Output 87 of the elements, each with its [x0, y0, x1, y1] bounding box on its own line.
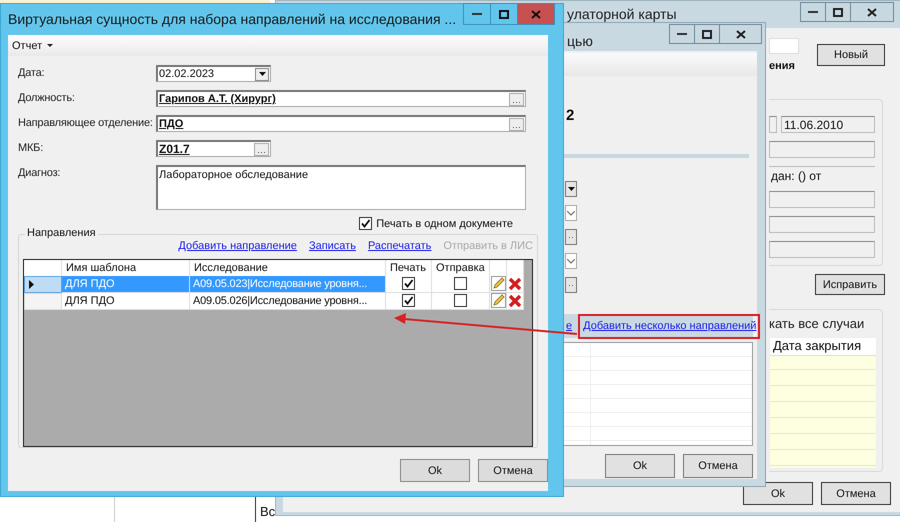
dropdown-button[interactable] — [565, 181, 577, 197]
number-label: 2 — [566, 107, 574, 124]
table-cell: ДЛЯ ПДО — [62, 292, 190, 310]
text-field[interactable] — [769, 241, 875, 258]
window-title: цью — [567, 33, 593, 49]
field-label: МКБ: — [18, 141, 44, 154]
add-several-link[interactable]: Добавить несколько направлений — [578, 314, 760, 338]
caret-icon — [47, 44, 54, 47]
pencil-icon[interactable] — [490, 293, 506, 308]
checkbox[interactable] — [359, 217, 372, 230]
text-field[interactable] — [769, 191, 875, 208]
date-field[interactable]: 11.06.2010 — [781, 116, 875, 133]
text-field[interactable] — [769, 216, 875, 233]
minimize-icon — [472, 12, 482, 16]
text-field[interactable] — [769, 141, 875, 158]
minimize-icon — [808, 10, 818, 14]
browse-button[interactable] — [565, 277, 577, 293]
field-label: Должность: — [18, 91, 76, 104]
column-header[interactable]: Отправка — [432, 260, 490, 276]
delete-icon[interactable] — [508, 276, 522, 291]
minimize-button[interactable] — [669, 24, 695, 44]
maximize-icon — [702, 30, 712, 38]
checkbox[interactable] — [402, 277, 415, 290]
column-header[interactable]: Исследование — [190, 260, 386, 276]
field-label: Диагноз: — [18, 166, 62, 179]
dropdown-button[interactable] — [255, 68, 269, 80]
close-icon — [531, 10, 541, 18]
dialog-button[interactable]: Ok — [743, 482, 813, 505]
chevron-icon — [567, 258, 575, 264]
table-cell: A09.05.026|Исследование уровня... — [190, 292, 386, 310]
maximize-button[interactable] — [694, 24, 720, 44]
action-link[interactable]: Добавить направление — [178, 240, 297, 254]
action-link[interactable]: Распечатать — [368, 240, 432, 254]
maximize-button[interactable] — [825, 2, 851, 22]
table-cell: ДЛЯ ПДО — [62, 276, 190, 293]
column-header[interactable]: Дата закрытия — [770, 338, 876, 356]
close-button[interactable] — [517, 3, 555, 25]
window-title: Виртуальная сущность для набора направлений на исследования ... — [8, 11, 456, 27]
checkbox[interactable] — [454, 294, 467, 308]
row-header — [24, 260, 62, 276]
caret-icon — [258, 72, 266, 76]
field-label: Направляющее отделение: — [18, 116, 154, 129]
table-cell: A09.05.023|Исследование уровня... — [190, 276, 386, 293]
pencil-icon[interactable] — [490, 276, 506, 292]
minimize-icon — [677, 32, 687, 36]
row-pointer-icon — [29, 280, 34, 289]
minimize-button[interactable] — [463, 3, 491, 25]
maximize-button[interactable] — [490, 3, 518, 25]
text-field[interactable] — [769, 116, 777, 133]
checkbox[interactable] — [402, 294, 415, 308]
edit-button[interactable]: Исправить — [815, 274, 885, 295]
action-link[interactable]: Записать — [308, 240, 356, 254]
checkbox-label: Печать в одном документе — [376, 218, 513, 230]
input-field[interactable]: Z01.7 — [156, 140, 271, 157]
delete-icon[interactable] — [508, 294, 522, 308]
dialog-button[interactable]: Отмена — [821, 482, 891, 505]
column-header[interactable]: Печать — [386, 260, 432, 276]
window-title: улаторной карты — [567, 6, 677, 22]
field-label: Дата: — [18, 66, 46, 79]
issued-field: дан: () от — [769, 166, 875, 183]
new-button[interactable]: Новый — [817, 44, 885, 66]
minimize-button[interactable] — [800, 2, 826, 22]
menu-item[interactable]: Отчет — [12, 40, 54, 52]
close-button[interactable] — [850, 2, 894, 22]
group-label: Направления — [25, 227, 98, 239]
checkbox[interactable] — [454, 277, 467, 290]
browse-button[interactable] — [565, 229, 577, 245]
input-field[interactable]: 02.02.2023 — [156, 65, 271, 82]
column-header[interactable]: Имя шаблона — [62, 260, 190, 276]
text-area[interactable]: Лабораторное обследование — [156, 165, 526, 210]
group-label: кать все случаи — [769, 316, 866, 331]
section-label: ения — [769, 60, 795, 72]
dialog-button[interactable]: Ok — [400, 459, 470, 482]
link[interactable]: е — [566, 320, 572, 332]
maximize-icon — [833, 8, 843, 16]
dialog-button[interactable]: Ok — [605, 454, 675, 478]
input-field[interactable]: Гарипов А.Т. (Хирург) — [156, 90, 526, 107]
chevron-icon — [567, 210, 575, 216]
caret-icon — [568, 187, 574, 191]
close-button[interactable] — [719, 24, 762, 44]
maximize-icon — [499, 10, 509, 18]
dialog-button[interactable]: Отмена — [683, 454, 753, 478]
row-header[interactable] — [24, 276, 62, 293]
close-icon — [867, 8, 877, 16]
input-field[interactable]: ПДО — [156, 115, 526, 132]
dialog-button[interactable]: Отмена — [478, 459, 548, 482]
close-icon — [736, 30, 746, 38]
